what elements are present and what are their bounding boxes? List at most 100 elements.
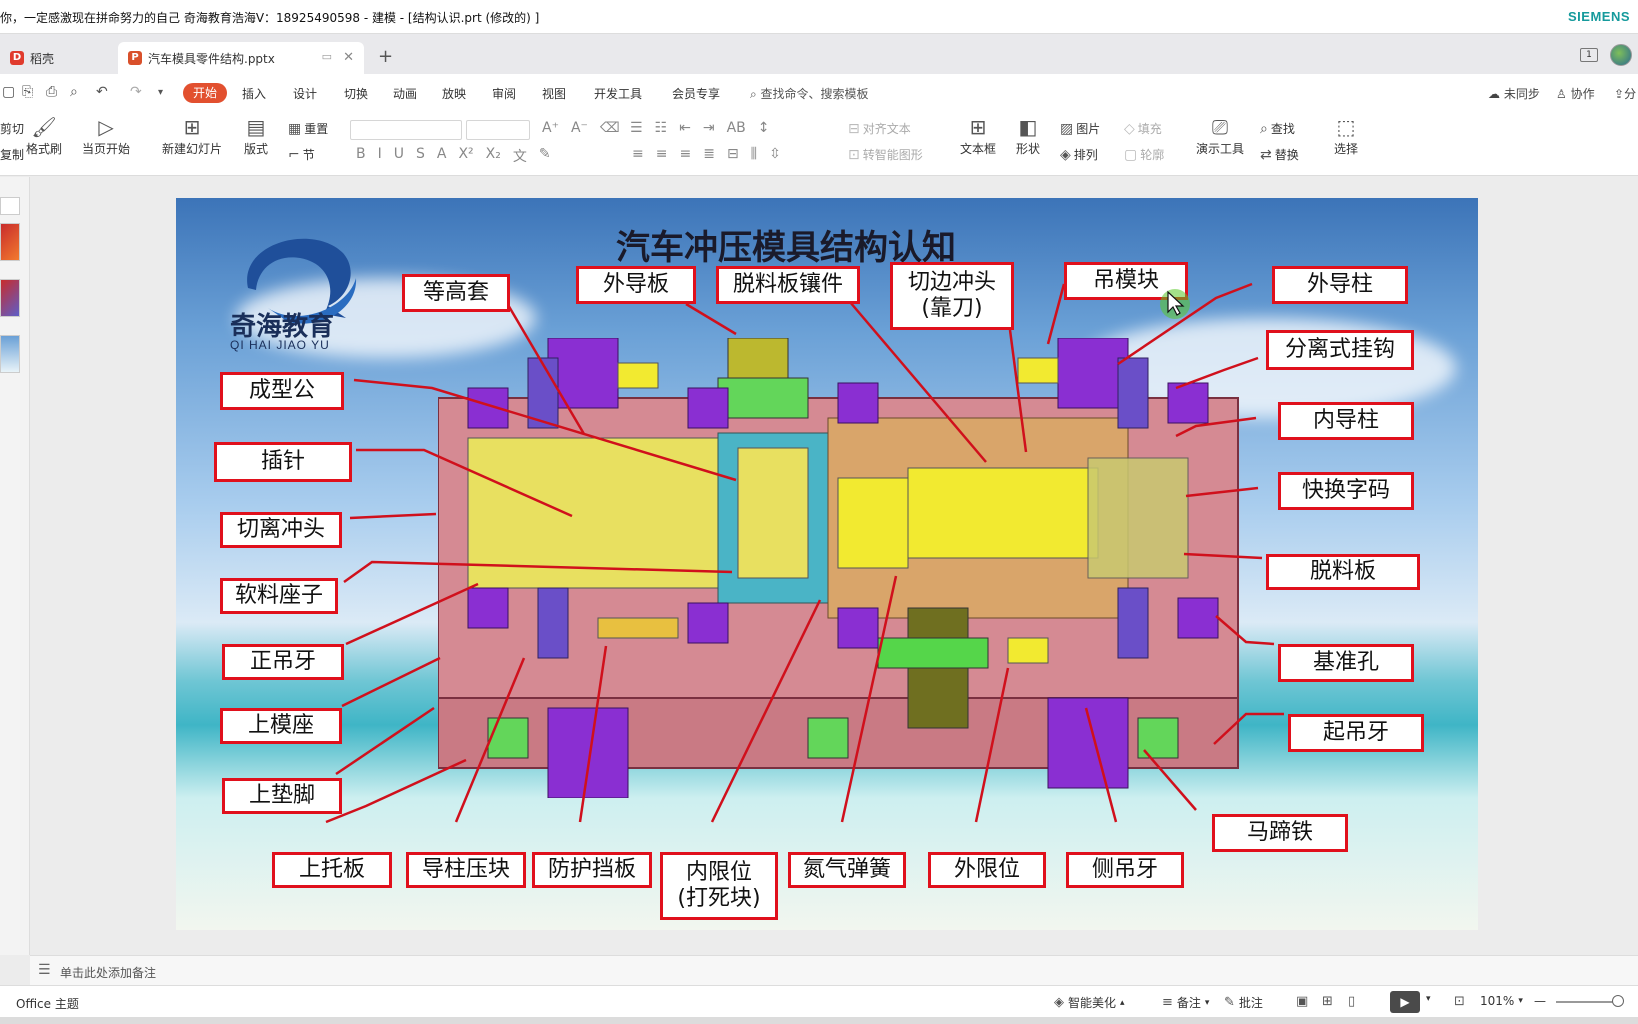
zoom-level[interactable]: 101% ▾	[1480, 994, 1523, 1008]
label-fenlishiguagou[interactable]: 分离式挂钩	[1266, 330, 1414, 370]
section-button[interactable]: ⌐ 节	[288, 146, 315, 163]
label-zhengdiaoya[interactable]: 正吊牙	[222, 644, 344, 680]
sorter-view-icon[interactable]: ⊞	[1322, 994, 1333, 1009]
superscript-icon[interactable]: X²	[458, 146, 473, 166]
fill-button[interactable]: ◇ 填充	[1124, 120, 1162, 137]
outline-button[interactable]: ▢ 轮廓	[1124, 146, 1164, 163]
fit-window-icon[interactable]: ⊡	[1454, 994, 1465, 1009]
undo-icon[interactable]: ↶	[96, 84, 108, 100]
label-qiebianchongtou[interactable]: 切边冲头 (靠刀)	[890, 262, 1014, 330]
align-left-icon[interactable]: ≡	[632, 146, 644, 162]
menu-member[interactable]: 会员专享	[672, 85, 720, 102]
label-ruanliaozuozi[interactable]: 软料座子	[220, 578, 338, 614]
label-daozhuyakuai[interactable]: 导柱压块	[406, 852, 526, 888]
window-count-icon[interactable]: 1	[1580, 48, 1598, 62]
new-slide-button[interactable]: ⊞ 新建幻灯片	[162, 114, 222, 157]
text-direction-icon[interactable]: AB	[727, 120, 746, 136]
column-icon[interactable]: ⫼	[751, 146, 757, 162]
notes-pane[interactable]: ☰ 单击此处添加备注	[30, 955, 1638, 985]
thumb-toggle-icon[interactable]	[0, 197, 20, 215]
label-danqitanhuang[interactable]: 氮气弹簧	[788, 852, 906, 888]
pinyin-icon[interactable]: 文	[513, 146, 527, 166]
strikethrough-icon[interactable]: S	[416, 146, 425, 166]
cut-button[interactable]: 剪切	[0, 120, 24, 137]
label-kuaihuanzima[interactable]: 快换字码	[1278, 472, 1414, 510]
align-text-button[interactable]: ⊟ 对齐文本	[848, 120, 911, 137]
find-button[interactable]: ⌕ 查找	[1260, 120, 1295, 137]
font-color-icon[interactable]: A	[437, 146, 447, 166]
slide-thumbnail[interactable]	[0, 279, 20, 317]
label-waidaoban[interactable]: 外导板	[576, 266, 696, 304]
collaborate-button[interactable]: ♙ 协作	[1556, 85, 1595, 102]
label-qielichongtou[interactable]: 切离冲头	[220, 512, 342, 548]
reset-button[interactable]: ▦ 重置	[288, 120, 328, 137]
zoom-slider[interactable]	[1556, 1001, 1620, 1003]
picture-button[interactable]: ▨ 图片	[1060, 120, 1100, 137]
decrease-indent-icon[interactable]: ⇤	[679, 120, 691, 136]
comment-button[interactable]: ✎ 批注	[1224, 994, 1263, 1011]
font-name-select[interactable]	[350, 120, 462, 140]
label-waidaozhu[interactable]: 外导柱	[1272, 266, 1408, 304]
label-tuoliaoban[interactable]: 脱料板	[1266, 554, 1420, 590]
copy-button[interactable]: 复制	[0, 146, 24, 163]
save-icon[interactable]: ▢	[2, 84, 15, 100]
label-matitie[interactable]: 马蹄铁	[1212, 814, 1348, 852]
highlight-icon[interactable]: ✎	[539, 146, 551, 166]
monitor-icon[interactable]: ▭	[322, 50, 332, 63]
align-center-icon[interactable]: ≡	[656, 146, 668, 162]
arrange-button[interactable]: ◈ 排列	[1060, 146, 1098, 163]
close-tab-icon[interactable]: ✕	[343, 50, 354, 65]
replace-button[interactable]: ⇄ 替换	[1260, 146, 1299, 163]
menu-view[interactable]: 视图	[542, 85, 566, 102]
underline-icon[interactable]: U	[394, 146, 404, 166]
menu-start[interactable]: 开始	[183, 83, 227, 103]
increase-indent-icon[interactable]: ⇥	[703, 120, 715, 136]
zoom-out-icon[interactable]: —	[1534, 994, 1546, 1008]
normal-view-icon[interactable]: ▣	[1296, 994, 1308, 1009]
font-size-select[interactable]	[466, 120, 530, 140]
notes-toggle-button[interactable]: ≡ 备注 ▾	[1162, 994, 1209, 1011]
align-right-icon[interactable]: ≡	[679, 146, 691, 162]
menu-insert[interactable]: 插入	[242, 85, 266, 102]
presentation-tools-button[interactable]: ⎚ 演示工具	[1196, 114, 1244, 157]
menu-review[interactable]: 审阅	[492, 85, 516, 102]
slide-thumbnail[interactable]	[0, 335, 20, 373]
menu-design[interactable]: 设计	[293, 85, 317, 102]
tab-pptx-document[interactable]: P 汽车模具零件结构.pptx ▭ ✕	[118, 42, 364, 74]
label-denggaotao[interactable]: 等高套	[402, 274, 510, 312]
label-shangmozuo[interactable]: 上模座	[220, 708, 342, 744]
label-neixianwei[interactable]: 内限位 (打死块)	[660, 852, 778, 920]
subscript-icon[interactable]: X₂	[486, 146, 501, 166]
reading-view-icon[interactable]: ▯	[1348, 994, 1355, 1009]
play-slideshow-button[interactable]: ▶	[1390, 991, 1420, 1013]
label-chengxinggong[interactable]: 成型公	[220, 372, 344, 410]
justify-icon[interactable]: ≣	[703, 146, 715, 162]
shrink-font-icon[interactable]: A⁻	[571, 120, 588, 136]
line-spacing-icon[interactable]: ↕	[758, 120, 770, 136]
play-from-current-button[interactable]: ▷ 当页开始	[82, 114, 130, 157]
menu-animation[interactable]: 动画	[393, 85, 417, 102]
label-zhunkong[interactable]: 基准孔	[1278, 644, 1414, 682]
menu-slideshow[interactable]: 放映	[442, 85, 466, 102]
export-icon[interactable]: ⎘	[22, 84, 33, 100]
bold-icon[interactable]: B	[356, 146, 366, 166]
smart-shape-button[interactable]: ⊡ 转智能图形	[848, 146, 923, 163]
print-icon[interactable]: ⎙	[46, 84, 57, 100]
italic-icon[interactable]: I	[378, 146, 382, 166]
label-tuoliaobanxiangjian[interactable]: 脱料板镶件	[716, 266, 860, 304]
label-neidaozhu[interactable]: 内导柱	[1278, 402, 1414, 440]
command-search[interactable]: ⌕ 查找命令、搜索模板	[750, 85, 869, 102]
grow-font-icon[interactable]: A⁺	[542, 120, 559, 136]
smart-beautify-button[interactable]: ◈ 智能美化 ▴	[1054, 994, 1125, 1011]
label-shangtuoban[interactable]: 上托板	[272, 852, 392, 888]
label-cediaoya[interactable]: 侧吊牙	[1066, 852, 1184, 888]
textbox-button[interactable]: ⊞ 文本框	[960, 114, 996, 157]
slide-thumbnail[interactable]	[0, 223, 20, 261]
distribute-icon[interactable]: ⊟	[727, 146, 739, 162]
format-painter-button[interactable]: 🖌 格式刷	[26, 114, 62, 157]
numbered-list-icon[interactable]: ☷	[655, 120, 668, 136]
user-avatar[interactable]	[1610, 44, 1632, 66]
new-tab-button[interactable]: +	[378, 46, 393, 67]
play-options-dropdown-icon[interactable]: ▾	[1426, 994, 1431, 1004]
label-qidiaoya[interactable]: 起吊牙	[1288, 714, 1424, 752]
